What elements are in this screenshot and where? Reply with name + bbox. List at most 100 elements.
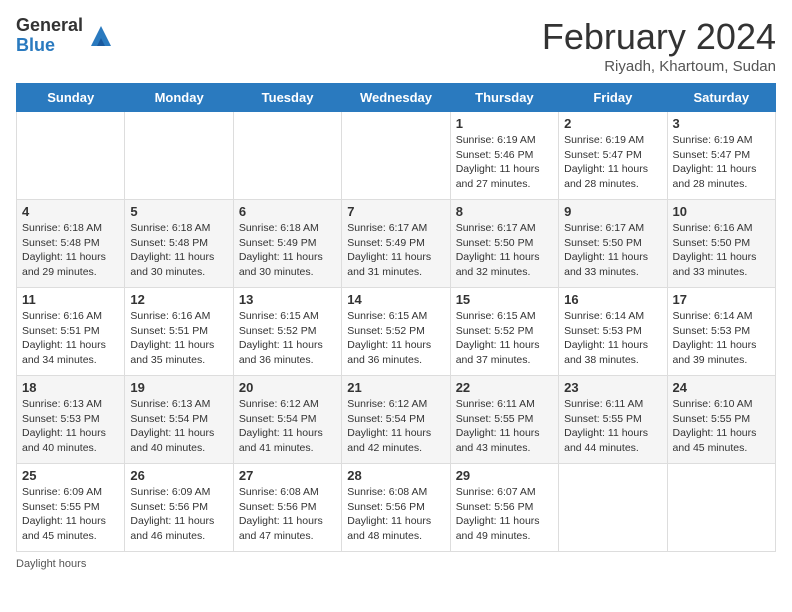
day-number: 29 [456,468,553,483]
day-info: Sunrise: 6:18 AM Sunset: 5:49 PM Dayligh… [239,221,336,280]
calendar-day-cell: 18 Sunrise: 6:13 AM Sunset: 5:53 PM Dayli… [17,376,125,464]
calendar-day-cell: 5Sunrise: 6:18 AM Sunset: 5:48 PM Daylig… [125,200,233,288]
day-info: Sunrise: 6:15 AM Sunset: 5:52 PM Dayligh… [347,309,444,368]
day-info: Sunrise: 6:11 AM Sunset: 5:55 PM Dayligh… [564,397,661,456]
calendar-day-cell: 17 Sunrise: 6:14 AM Sunset: 5:53 PM Dayli… [667,288,775,376]
day-number: 4 [22,204,119,219]
day-number: 23 [564,380,661,395]
page-header: General Blue February 2024 Riyadh, Khart… [16,16,776,75]
day-info: Sunrise: 6:12 AM Sunset: 5:54 PM Dayligh… [239,397,336,456]
calendar-day-cell [667,464,775,552]
calendar-day-cell: 4 Sunrise: 6:18 AM Sunset: 5:48 PM Daylig… [17,200,125,288]
day-info: Sunrise: 6:19 AM Sunset: 5:46 PM Dayligh… [456,133,553,192]
day-number: 3 [673,116,770,131]
day-number: 12 [130,292,227,307]
day-number: 13 [239,292,336,307]
calendar-day-cell: 16Sunrise: 6:14 AM Sunset: 5:53 PM Dayli… [559,288,667,376]
calendar-day-cell: 25 Sunrise: 6:09 AM Sunset: 5:55 PM Dayli… [17,464,125,552]
calendar-day-cell: 14Sunrise: 6:15 AM Sunset: 5:52 PM Dayli… [342,288,450,376]
calendar-week-row: 4 Sunrise: 6:18 AM Sunset: 5:48 PM Daylig… [17,200,776,288]
logo-blue: Blue [16,36,83,56]
calendar-day-cell: 22 Sunrise: 6:11 AM Sunset: 5:55 PM Dayli… [450,376,558,464]
day-number: 8 [456,204,553,219]
day-number: 17 [673,292,770,307]
calendar-day-cell: 1Sunrise: 6:19 AM Sunset: 5:46 PM Daylig… [450,112,558,200]
calendar-day-cell [559,464,667,552]
calendar-day-cell: 11 Sunrise: 6:16 AM Sunset: 5:51 PM Dayli… [17,288,125,376]
day-info: Sunrise: 6:17 AM Sunset: 5:49 PM Dayligh… [347,221,444,280]
calendar-day-cell: 15Sunrise: 6:15 AM Sunset: 5:52 PM Dayli… [450,288,558,376]
day-info: Sunrise: 6:19 AM Sunset: 5:47 PM Dayligh… [564,133,661,192]
day-info: Sunrise: 6:12 AM Sunset: 5:54 PM Dayligh… [347,397,444,456]
day-info: Sunrise: 6:13 AM Sunset: 5:54 PM Dayligh… [130,397,227,456]
calendar-day-cell: 8 Sunrise: 6:17 AM Sunset: 5:50 PM Daylig… [450,200,558,288]
day-info: Sunrise: 6:15 AM Sunset: 5:52 PM Dayligh… [239,309,336,368]
calendar-day-cell: 28 Sunrise: 6:08 AM Sunset: 5:56 PM Dayli… [342,464,450,552]
calendar-day-cell: 24Sunrise: 6:10 AM Sunset: 5:55 PM Dayli… [667,376,775,464]
day-number: 20 [239,380,336,395]
day-info: Sunrise: 6:10 AM Sunset: 5:55 PM Dayligh… [673,397,770,456]
logo-general: General [16,16,83,36]
calendar-day-cell: 21 Sunrise: 6:12 AM Sunset: 5:54 PM Dayli… [342,376,450,464]
day-info: Sunrise: 6:16 AM Sunset: 5:51 PM Dayligh… [130,309,227,368]
day-number: 28 [347,468,444,483]
calendar-day-cell: 2Sunrise: 6:19 AM Sunset: 5:47 PM Daylig… [559,112,667,200]
day-info: Sunrise: 6:14 AM Sunset: 5:53 PM Dayligh… [564,309,661,368]
day-info: Sunrise: 6:19 AM Sunset: 5:47 PM Dayligh… [673,133,770,192]
day-number: 10 [673,204,770,219]
day-info: Sunrise: 6:14 AM Sunset: 5:53 PM Dayligh… [673,309,770,368]
day-of-week-header: Monday [125,84,233,112]
logo-icon [87,22,115,50]
day-info: Sunrise: 6:09 AM Sunset: 5:55 PM Dayligh… [22,485,119,544]
day-number: 22 [456,380,553,395]
day-info: Sunrise: 6:11 AM Sunset: 5:55 PM Dayligh… [456,397,553,456]
day-info: Sunrise: 6:16 AM Sunset: 5:51 PM Dayligh… [22,309,119,368]
day-info: Sunrise: 6:08 AM Sunset: 5:56 PM Dayligh… [347,485,444,544]
calendar-day-cell: 6 Sunrise: 6:18 AM Sunset: 5:49 PM Daylig… [233,200,341,288]
calendar-day-cell: 3 Sunrise: 6:19 AM Sunset: 5:47 PM Daylig… [667,112,775,200]
logo: General Blue [16,16,115,56]
day-of-week-header: Saturday [667,84,775,112]
day-info: Sunrise: 6:18 AM Sunset: 5:48 PM Dayligh… [130,221,227,280]
location: Riyadh, Khartoum, Sudan [542,58,776,75]
daylight-hours-label: Daylight hours [16,558,86,570]
day-number: 27 [239,468,336,483]
day-info: Sunrise: 6:18 AM Sunset: 5:48 PM Dayligh… [22,221,119,280]
title-block: February 2024 Riyadh, Khartoum, Sudan [542,16,776,75]
day-of-week-header: Thursday [450,84,558,112]
day-info: Sunrise: 6:13 AM Sunset: 5:53 PM Dayligh… [22,397,119,456]
day-info: Sunrise: 6:17 AM Sunset: 5:50 PM Dayligh… [456,221,553,280]
calendar-day-cell [17,112,125,200]
calendar-day-cell: 29Sunrise: 6:07 AM Sunset: 5:56 PM Dayli… [450,464,558,552]
calendar-day-cell [342,112,450,200]
calendar-day-cell: 9Sunrise: 6:17 AM Sunset: 5:50 PM Daylig… [559,200,667,288]
calendar-day-cell: 13 Sunrise: 6:15 AM Sunset: 5:52 PM Dayli… [233,288,341,376]
calendar-week-row: 11 Sunrise: 6:16 AM Sunset: 5:51 PM Dayli… [17,288,776,376]
day-of-week-header: Wednesday [342,84,450,112]
day-number: 7 [347,204,444,219]
calendar-day-cell [125,112,233,200]
calendar-day-cell [233,112,341,200]
calendar-week-row: 1Sunrise: 6:19 AM Sunset: 5:46 PM Daylig… [17,112,776,200]
day-info: Sunrise: 6:08 AM Sunset: 5:56 PM Dayligh… [239,485,336,544]
day-number: 6 [239,204,336,219]
day-number: 15 [456,292,553,307]
day-number: 18 [22,380,119,395]
calendar-week-row: 18 Sunrise: 6:13 AM Sunset: 5:53 PM Dayli… [17,376,776,464]
month-title: February 2024 [542,16,776,58]
calendar-day-cell: 23 Sunrise: 6:11 AM Sunset: 5:55 PM Dayli… [559,376,667,464]
calendar-day-cell: 26 Sunrise: 6:09 AM Sunset: 5:56 PM Dayli… [125,464,233,552]
day-number: 25 [22,468,119,483]
day-number: 11 [22,292,119,307]
day-number: 19 [130,380,227,395]
calendar-day-cell: 20 Sunrise: 6:12 AM Sunset: 5:54 PM Dayli… [233,376,341,464]
calendar-day-cell: 12 Sunrise: 6:16 AM Sunset: 5:51 PM Dayli… [125,288,233,376]
days-header-row: SundayMondayTuesdayWednesdayThursdayFrid… [17,84,776,112]
day-info: Sunrise: 6:16 AM Sunset: 5:50 PM Dayligh… [673,221,770,280]
day-number: 21 [347,380,444,395]
day-info: Sunrise: 6:09 AM Sunset: 5:56 PM Dayligh… [130,485,227,544]
day-number: 26 [130,468,227,483]
day-of-week-header: Tuesday [233,84,341,112]
calendar-week-row: 25 Sunrise: 6:09 AM Sunset: 5:55 PM Dayli… [17,464,776,552]
calendar-day-cell: 27 Sunrise: 6:08 AM Sunset: 5:56 PM Dayli… [233,464,341,552]
